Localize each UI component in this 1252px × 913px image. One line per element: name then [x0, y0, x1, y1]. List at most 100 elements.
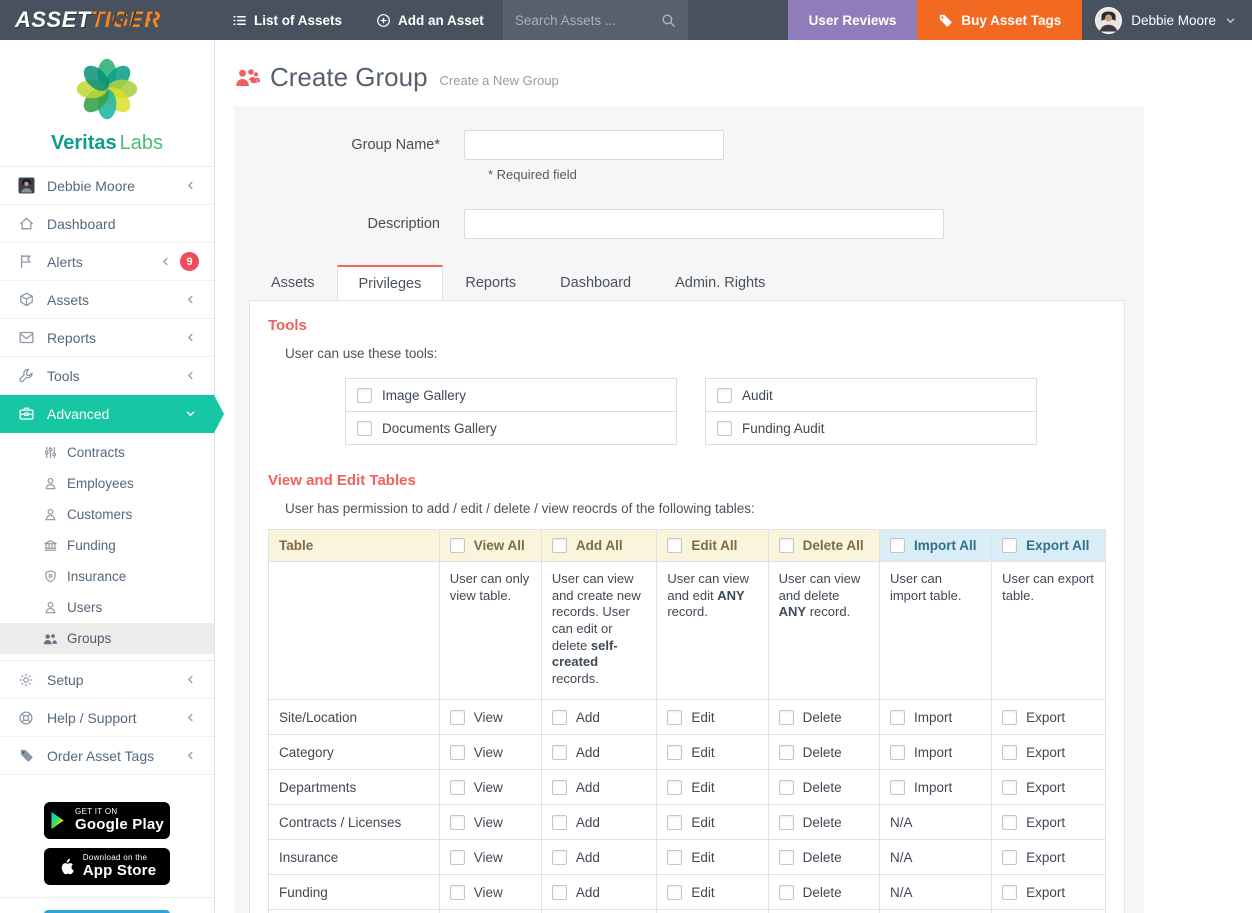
tab-assets[interactable]: Assets: [249, 265, 337, 300]
group-name-row: Group Name*: [234, 130, 1144, 160]
tab-privileges[interactable]: Privileges: [337, 265, 444, 300]
perm-col-view-all: View All: [439, 530, 541, 562]
user-menu[interactable]: Debbie Moore: [1082, 0, 1252, 40]
company-logo[interactable]: VeritasLabs: [0, 40, 214, 167]
checkbox-category-delete[interactable]: [779, 745, 794, 760]
group-tabs: AssetsPrivilegesReportsDashboardAdmin. R…: [249, 265, 1144, 300]
home-icon: [17, 215, 35, 232]
page-title: Create Group: [270, 62, 428, 93]
checkbox-site-location-delete[interactable]: [779, 710, 794, 725]
checkbox-export-all[interactable]: [1002, 538, 1017, 553]
checkbox-funding-edit[interactable]: [667, 885, 682, 900]
checkbox-insurance-export[interactable]: [1002, 850, 1017, 865]
sidebar-item-employees[interactable]: Employees: [0, 468, 214, 499]
checkbox-departments-delete[interactable]: [779, 780, 794, 795]
tool-checkbox-audit[interactable]: [717, 388, 732, 403]
sidebar-item-customers[interactable]: Customers: [0, 499, 214, 530]
checkbox-add-all[interactable]: [552, 538, 567, 553]
sidebar-item-assets[interactable]: Assets: [0, 281, 214, 319]
checkbox-view-all[interactable]: [450, 538, 465, 553]
checkbox-category-view[interactable]: [450, 745, 465, 760]
checkbox-edit-all[interactable]: [667, 538, 682, 553]
topnav-list-of-assets[interactable]: List of Assets: [215, 0, 359, 40]
search-icon[interactable]: [661, 13, 676, 28]
tab-dashboard[interactable]: Dashboard: [538, 265, 653, 300]
app-logo[interactable]: ASSETTIGER: [0, 0, 215, 40]
checkbox-contracts-licenses-add[interactable]: [552, 815, 567, 830]
user-reviews-button[interactable]: User Reviews: [788, 0, 918, 40]
sidebar-item-users[interactable]: Users: [0, 592, 214, 623]
sidebar-item-order-asset-tags[interactable]: Order Asset Tags: [0, 737, 214, 775]
checkbox-departments-export[interactable]: [1002, 780, 1017, 795]
asset-search-box[interactable]: [503, 0, 688, 40]
form-area: Group Name* * Required field Description…: [234, 106, 1144, 913]
tab-admin-rights[interactable]: Admin. Rights: [653, 265, 787, 300]
tool-row-funding-audit[interactable]: Funding Audit: [705, 411, 1037, 445]
checkbox-contracts-licenses-delete[interactable]: [779, 815, 794, 830]
group-people-icon: [234, 66, 260, 90]
view-edit-tables-description: User has permission to add / edit / dele…: [285, 501, 1106, 516]
checkbox-delete-all[interactable]: [779, 538, 794, 553]
checkbox-site-location-edit[interactable]: [667, 710, 682, 725]
checkbox-category-export[interactable]: [1002, 745, 1017, 760]
sidebar-item-setup[interactable]: Setup: [0, 661, 214, 699]
checkbox-departments-add[interactable]: [552, 780, 567, 795]
cube-icon: [17, 291, 35, 308]
sidebar-item-advanced[interactable]: Advanced: [0, 395, 214, 433]
tool-row-documents-gallery[interactable]: Documents Gallery: [345, 411, 677, 445]
sidebar-item-funding[interactable]: Funding: [0, 530, 214, 561]
checkbox-site-location-import[interactable]: [890, 710, 905, 725]
topnav-add-an-asset[interactable]: Add an Asset: [359, 0, 501, 40]
checkbox-funding-export[interactable]: [1002, 885, 1017, 900]
checkbox-insurance-view[interactable]: [450, 850, 465, 865]
checkbox-insurance-add[interactable]: [552, 850, 567, 865]
checkbox-funding-view[interactable]: [450, 885, 465, 900]
checkbox-contracts-licenses-view[interactable]: [450, 815, 465, 830]
checkbox-site-location-view[interactable]: [450, 710, 465, 725]
sidebar-item-reports[interactable]: Reports: [0, 319, 214, 357]
apple-icon: [58, 857, 75, 876]
checkbox-category-add[interactable]: [552, 745, 567, 760]
tool-checkbox-funding-audit[interactable]: [717, 421, 732, 436]
search-input[interactable]: [515, 13, 661, 28]
tool-row-audit[interactable]: Audit: [705, 378, 1037, 412]
chevron-left-icon: [181, 712, 199, 723]
tools-heading: Tools: [268, 317, 1106, 334]
checkbox-departments-import[interactable]: [890, 780, 905, 795]
checkbox-site-location-add[interactable]: [552, 710, 567, 725]
tool-checkbox-documents-gallery[interactable]: [357, 421, 372, 436]
sidebar-item-tools[interactable]: Tools: [0, 357, 214, 395]
buy-asset-tags-button[interactable]: Buy Asset Tags: [917, 0, 1082, 40]
tool-row-image-gallery[interactable]: Image Gallery: [345, 378, 677, 412]
checkbox-insurance-delete[interactable]: [779, 850, 794, 865]
sidebar-item-insurance[interactable]: Insurance: [0, 561, 214, 592]
checkbox-funding-add[interactable]: [552, 885, 567, 900]
tab-reports[interactable]: Reports: [443, 265, 538, 300]
tool-checkbox-image-gallery[interactable]: [357, 388, 372, 403]
checkbox-departments-edit[interactable]: [667, 780, 682, 795]
sidebar-item-alerts[interactable]: Alerts9: [0, 243, 214, 281]
google-play-badge[interactable]: GET IT ON Google Play: [44, 802, 170, 839]
sidebar-item-debbie-moore[interactable]: Debbie Moore: [0, 167, 214, 205]
group-name-input[interactable]: [464, 130, 724, 160]
checkbox-contracts-licenses-export[interactable]: [1002, 815, 1017, 830]
checkbox-category-edit[interactable]: [667, 745, 682, 760]
description-input[interactable]: [464, 209, 944, 239]
checkbox-departments-view[interactable]: [450, 780, 465, 795]
checkbox-site-location-export[interactable]: [1002, 710, 1017, 725]
logo-text-tiger: TIGER: [91, 7, 161, 33]
checkbox-funding-delete[interactable]: [779, 885, 794, 900]
permissions-header-row: TableView AllAdd AllEdit AllDelete AllIm…: [269, 530, 1106, 562]
checkbox-insurance-edit[interactable]: [667, 850, 682, 865]
checkbox-contracts-licenses-edit[interactable]: [667, 815, 682, 830]
checkbox-import-all[interactable]: [890, 538, 905, 553]
sidebar-item-help-support[interactable]: Help / Support: [0, 699, 214, 737]
app-store-badge[interactable]: Download on the App Store: [44, 848, 170, 885]
sidebar-item-groups[interactable]: Groups: [0, 623, 214, 654]
perm-col-edit-all: Edit All: [657, 530, 768, 562]
sidebar-item-contracts[interactable]: Contracts: [0, 437, 214, 468]
table-name-cell: Category: [269, 735, 440, 770]
checkbox-category-import[interactable]: [890, 745, 905, 760]
sidebar-item-dashboard[interactable]: Dashboard: [0, 205, 214, 243]
description-label: Description: [234, 216, 464, 232]
